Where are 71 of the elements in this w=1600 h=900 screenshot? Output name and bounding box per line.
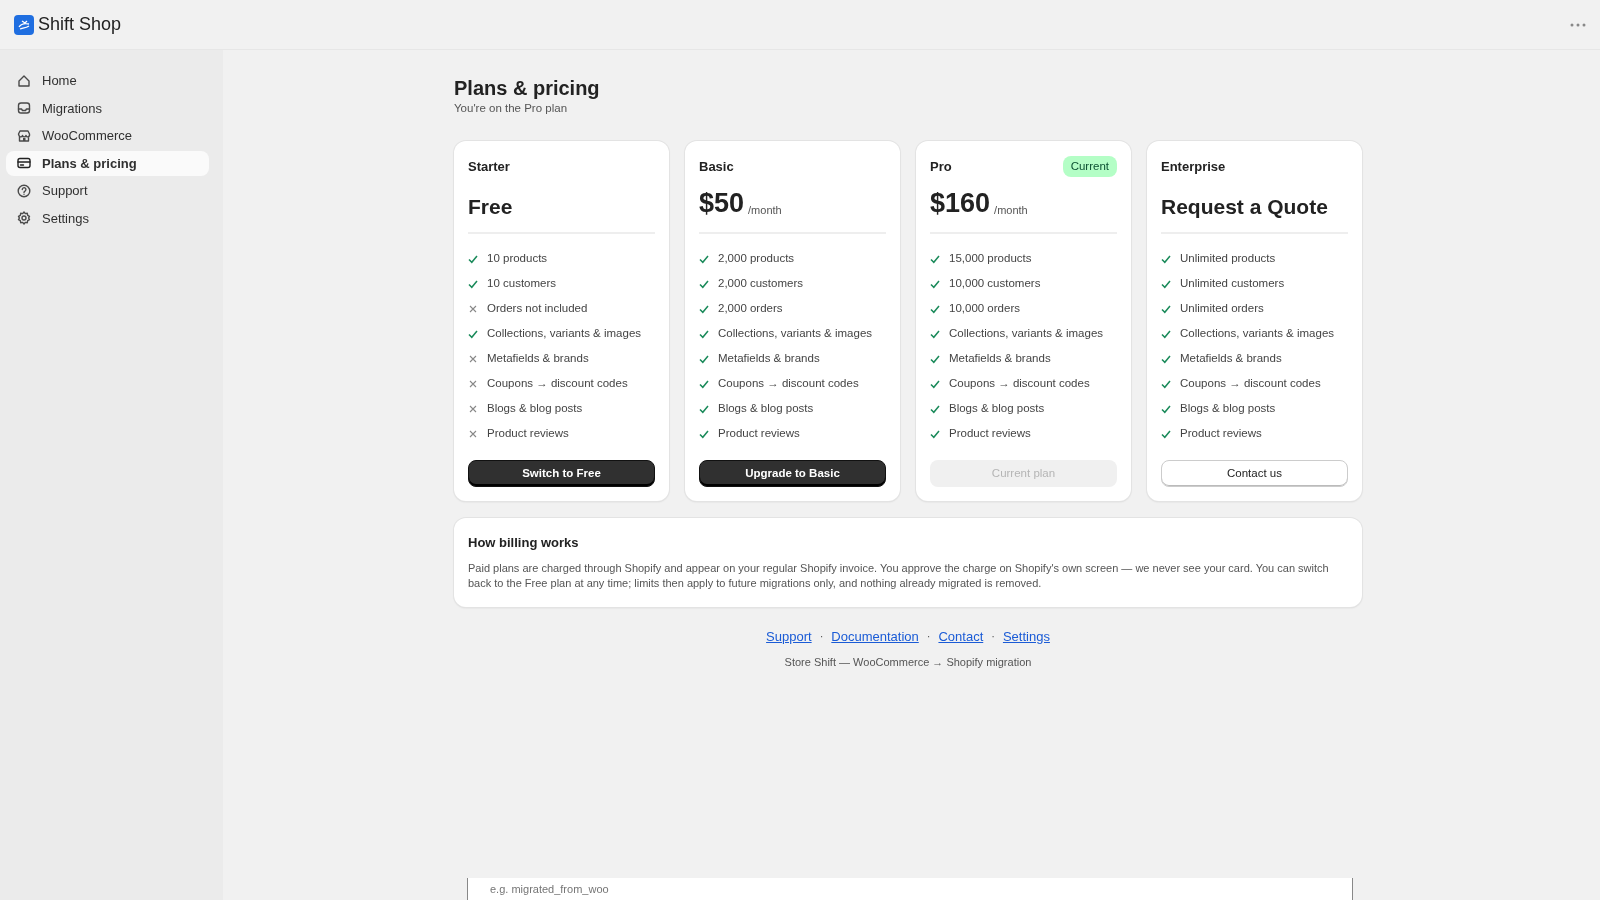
- feature-text: 2,000 orders: [718, 301, 783, 317]
- plan-name: Starter: [468, 157, 510, 176]
- feature-text: 10 customers: [487, 276, 557, 292]
- sidebar-item[interactable]: Settings: [6, 205, 209, 231]
- plan-price: Request a Quote: [1161, 195, 1328, 219]
- feature-text: Blogs & blog posts: [487, 401, 583, 417]
- separator: ·: [991, 629, 995, 645]
- page-title: Plans & pricing: [454, 76, 601, 100]
- price-period: /month: [748, 202, 782, 218]
- footer-link[interactable]: Support: [766, 626, 812, 647]
- feature-text: Unlimited orders: [1180, 301, 1264, 317]
- feature-text: Unlimited products: [1180, 251, 1276, 267]
- feature-text: Collections, variants & images: [487, 326, 642, 342]
- separator: ·: [819, 629, 824, 645]
- plan-name: Enterprise: [1161, 157, 1226, 176]
- feature-text: 2,000 customers: [718, 276, 803, 292]
- feature-text: Product reviews: [1180, 426, 1262, 442]
- feature-text: Metafields & brands: [487, 351, 589, 367]
- plan-price: $50: [699, 188, 745, 219]
- feature-text: Blogs & blog posts: [718, 401, 814, 417]
- help-icon: [16, 182, 32, 199]
- sidebar-item[interactable]: Migrations: [6, 95, 209, 121]
- feature-text: Coupons → discount codes: [1180, 376, 1321, 392]
- sidebar-item[interactable]: Home: [6, 68, 209, 94]
- feature-text: Collections, variants & images: [1180, 326, 1335, 342]
- feature-text: Collections, variants & images: [949, 326, 1104, 342]
- sidebar-item[interactable]: WooCommerce: [6, 123, 209, 149]
- feature-text: Coupons → discount codes: [487, 376, 628, 392]
- feature-text: Metafields & brands: [949, 351, 1051, 367]
- plan-button[interactable]: Contact us: [1161, 460, 1348, 488]
- feature-text: Product reviews: [718, 426, 800, 442]
- inbox-icon: [16, 100, 32, 117]
- status-badge: Current: [1062, 155, 1117, 177]
- feature-text: Orders not included: [487, 301, 588, 317]
- plan-name: Pro: [930, 157, 952, 176]
- feature-text: 10,000 customers: [949, 276, 1041, 292]
- feature-text: Metafields & brands: [1180, 351, 1282, 367]
- sidebar-item[interactable]: Plans & pricing: [6, 150, 209, 176]
- app-title: Shift Shop: [38, 13, 122, 36]
- plan-price: Free: [468, 195, 513, 219]
- settings-icon: [16, 210, 32, 227]
- billing-title: How billing works: [468, 534, 580, 553]
- feature-text: Product reviews: [949, 426, 1031, 442]
- plan-name: Basic: [699, 157, 734, 176]
- plan-button[interactable]: Upgrade to Basic: [699, 460, 886, 488]
- feature-text: Collections, variants & images: [718, 326, 873, 342]
- footer-link[interactable]: Documentation: [831, 626, 919, 647]
- feature-text: Blogs & blog posts: [949, 401, 1045, 417]
- billing-text: Paid plans are charged through Shopify and appear on your regular Shopify invoice. You approve the charge on Shopify's own screen — we never see your card. You can switch back to the Free plan at any time; limits then apply to future migrations only, and nothing already migrated is removed.: [468, 560, 1330, 592]
- feature-text: 10 products: [487, 251, 548, 267]
- feature-text: Unlimited customers: [1180, 276, 1285, 292]
- input-field[interactable]: e.g. migrated_from_woo: [467, 878, 1353, 900]
- separator: ·: [926, 629, 931, 645]
- feature-text: Metafields & brands: [718, 351, 820, 367]
- feature-text: 2,000 products: [718, 251, 795, 267]
- plan-button[interactable]: Switch to Free: [468, 460, 655, 488]
- footer-link[interactable]: Contact: [938, 626, 984, 647]
- price-period: /month: [994, 202, 1028, 218]
- page-subtitle: You're on the Pro plan: [454, 101, 569, 116]
- feature-text: 10,000 orders: [949, 301, 1020, 317]
- footer-tagline: Store Shift — WooCommerce → Shopify migration: [783, 655, 1033, 671]
- feature-text: Blogs & blog posts: [1180, 401, 1276, 417]
- feature-text: Product reviews: [487, 426, 569, 442]
- feature-text: Coupons → discount codes: [949, 376, 1090, 392]
- footer-link[interactable]: Settings: [1002, 626, 1050, 647]
- logo-icon: [14, 14, 34, 35]
- feature-text: 15,000 products: [949, 251, 1032, 267]
- plan-price: $160: [930, 188, 991, 219]
- feature-text: Coupons → discount codes: [718, 376, 859, 392]
- store-icon: [16, 127, 32, 144]
- sidebar-item[interactable]: Support: [6, 178, 209, 204]
